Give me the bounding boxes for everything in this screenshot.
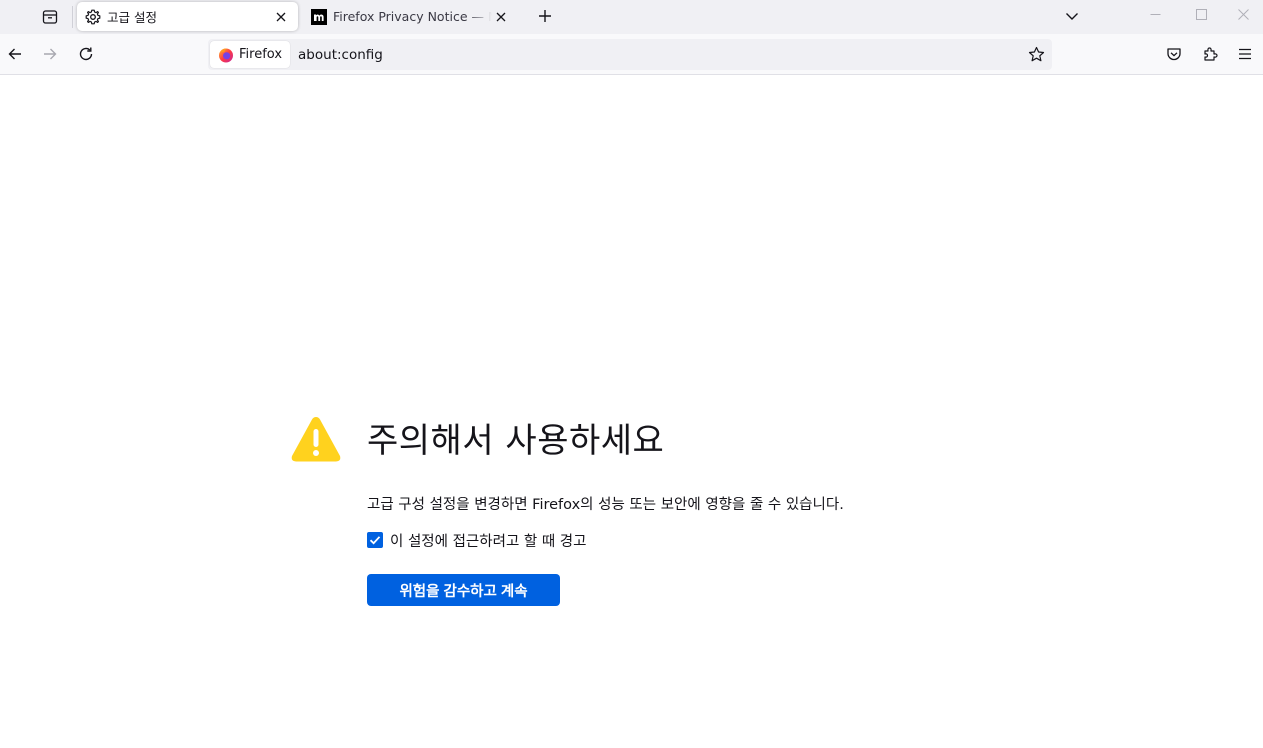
pocket-icon	[1167, 48, 1181, 61]
maximize-button[interactable]	[1178, 0, 1224, 28]
tab-separator	[72, 6, 73, 28]
bookmark-button[interactable]	[1022, 41, 1050, 69]
tab-privacy-notice[interactable]: Firefox Privacy Notice — Mozilla	[303, 2, 518, 31]
tab-advanced-settings[interactable]: 고급 설정	[77, 2, 298, 31]
firefox-view-button[interactable]	[34, 3, 66, 31]
reload-icon	[79, 47, 93, 61]
puzzle-icon	[1204, 47, 1218, 61]
close-icon	[496, 12, 506, 21]
new-tab-button[interactable]	[532, 3, 558, 29]
firefox-view-icon	[42, 10, 58, 24]
tab-strip: 고급 설정 Firefox Privacy Notice — Mozilla	[0, 0, 1263, 34]
forward-button[interactable]	[35, 40, 65, 68]
warning-checkbox-row[interactable]: 이 설정에 접근하려고 할 때 경고	[367, 531, 587, 550]
plus-icon	[539, 10, 551, 22]
back-button[interactable]	[0, 40, 30, 68]
navigation-toolbar: Firefox about:config	[0, 34, 1263, 75]
reload-button[interactable]	[71, 40, 101, 68]
arrow-right-icon	[44, 48, 57, 60]
identity-box[interactable]: Firefox	[210, 41, 291, 68]
maximize-icon	[1195, 8, 1207, 20]
firefox-logo-icon	[219, 47, 233, 62]
page-title: 주의해서 사용하세요	[367, 421, 665, 461]
warning-icon	[291, 417, 341, 462]
extensions-button[interactable]	[1195, 40, 1225, 68]
minimize-icon	[1150, 13, 1160, 15]
arrow-left-icon	[8, 48, 21, 60]
minimize-button[interactable]	[1132, 0, 1178, 28]
list-all-tabs-button[interactable]	[1060, 3, 1084, 29]
warning-checkbox[interactable]	[367, 532, 383, 548]
warning-description: 고급 구성 설정을 변경하면 Firefox의 성능 또는 보안에 영향을 줄 …	[367, 497, 844, 513]
accept-risk-button[interactable]: 위험을 감수하고 계속	[367, 574, 560, 606]
close-icon	[1238, 8, 1249, 20]
tab-title: Firefox Privacy Notice — Mozilla	[333, 9, 492, 24]
identity-label: Firefox	[239, 47, 283, 62]
close-tab-button[interactable]	[272, 8, 290, 26]
window-close-button[interactable]	[1224, 0, 1263, 28]
hamburger-menu-icon	[1239, 48, 1251, 60]
star-icon	[1028, 46, 1044, 62]
mozilla-m-icon	[311, 8, 327, 25]
close-icon	[276, 12, 286, 21]
checkmark-icon	[369, 536, 381, 545]
url-input[interactable]: about:config	[298, 47, 1022, 63]
gear-icon	[85, 9, 101, 25]
url-bar[interactable]: Firefox about:config	[208, 39, 1052, 70]
warning-checkbox-label: 이 설정에 접근하려고 할 때 경고	[390, 533, 587, 550]
close-tab-button[interactable]	[492, 8, 510, 26]
tab-title: 고급 설정	[107, 10, 157, 25]
pocket-button[interactable]	[1159, 40, 1189, 68]
app-menu-button[interactable]	[1230, 40, 1260, 68]
chevron-down-icon	[1066, 13, 1078, 20]
